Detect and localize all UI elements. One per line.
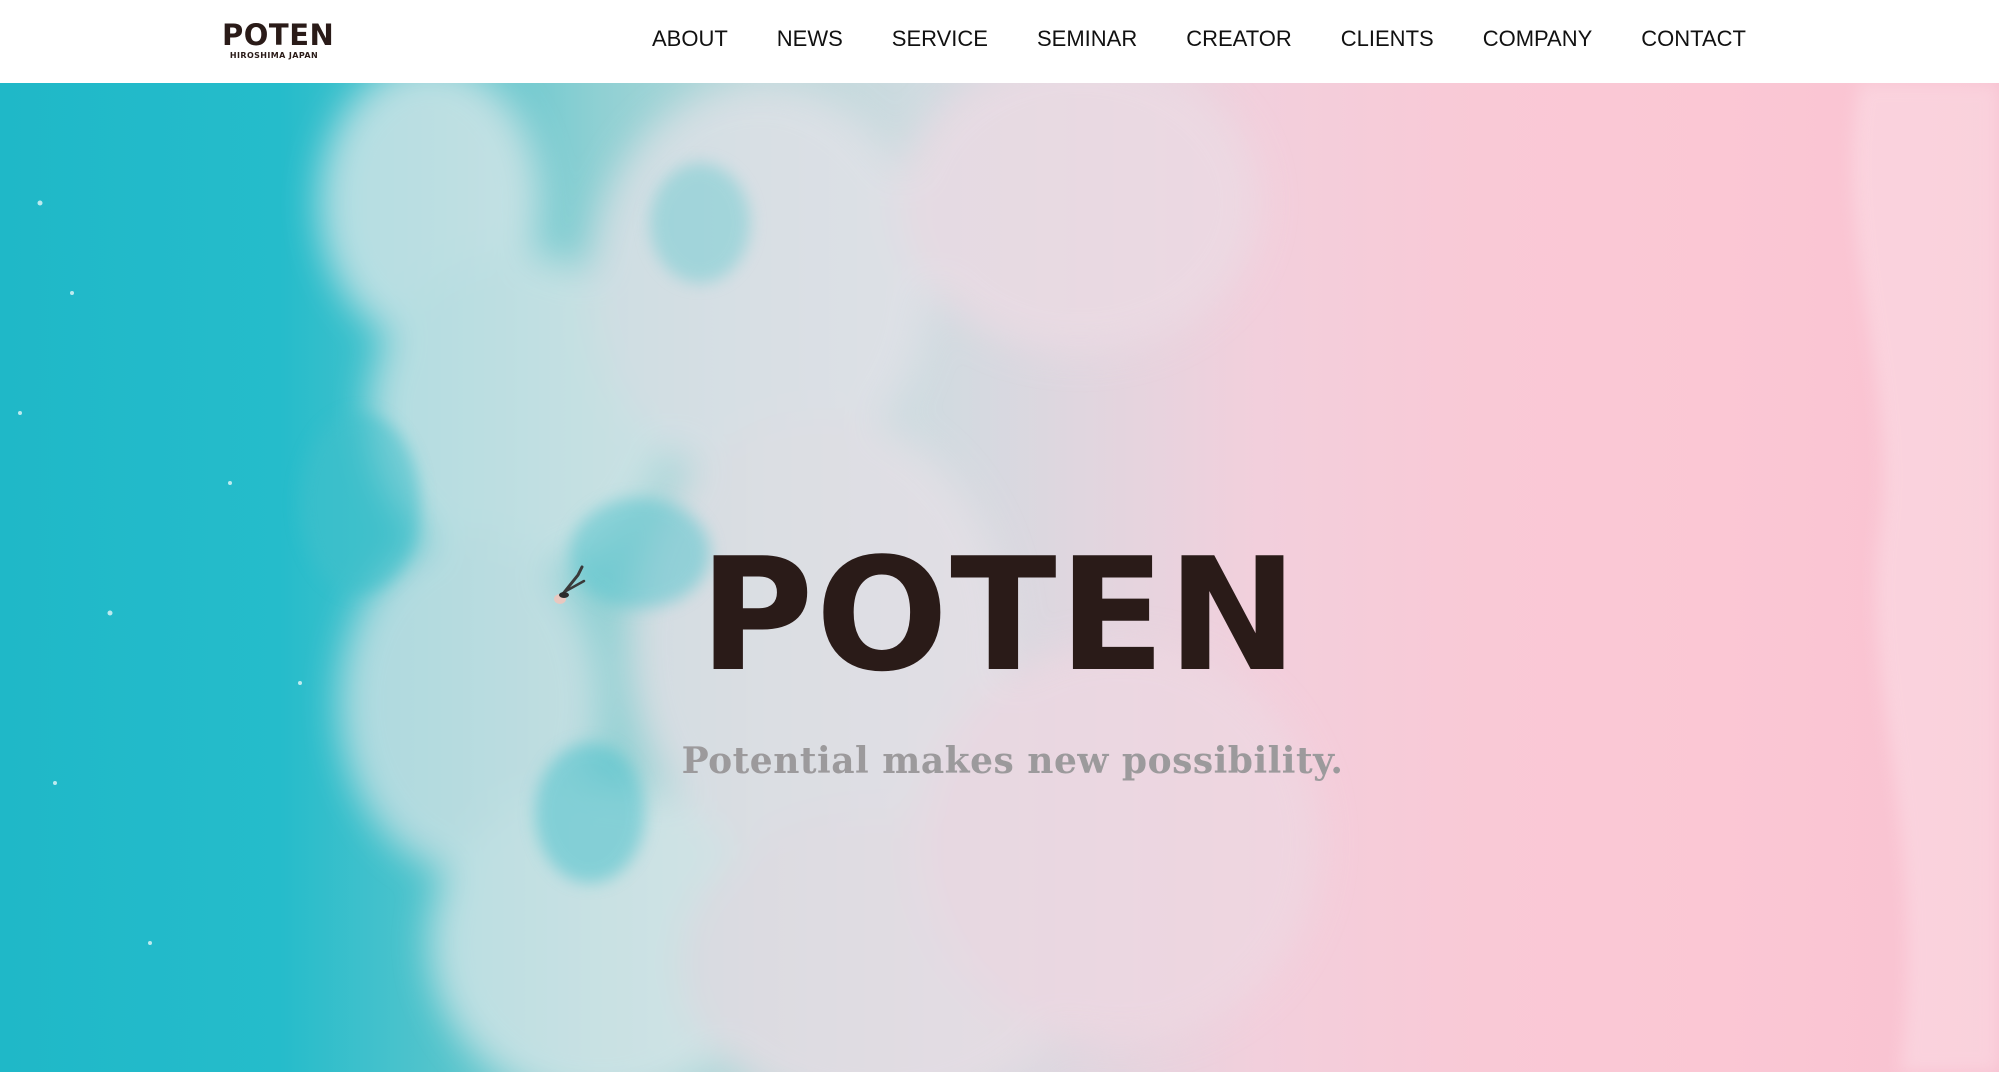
nav-link-clients[interactable]: CLIENTS (1341, 26, 1434, 52)
nav-link-about[interactable]: ABOUT (652, 26, 728, 52)
site-header: POTEN HIROSHIMA JAPAN ABOUT NEWS SERVICE… (0, 0, 1999, 83)
nav-link-seminar[interactable]: SEMINAR (1037, 26, 1137, 52)
nav-link-service[interactable]: SERVICE (892, 26, 988, 52)
nav-link-news[interactable]: NEWS (777, 26, 843, 52)
site-logo[interactable]: POTEN HIROSHIMA JAPAN (222, 18, 335, 62)
nav-link-creator[interactable]: CREATOR (1186, 26, 1292, 52)
hero-tagline: Potential makes new possibility. (681, 740, 1344, 782)
logo-wordmark: POTEN (222, 18, 335, 52)
logo-subtitle: HIROSHIMA JAPAN (229, 51, 319, 60)
nav-link-company[interactable]: COMPANY (1483, 26, 1593, 52)
hero-banner: POTEN Potential makes new possibility. (0, 83, 1999, 1072)
main-navigation: ABOUT NEWS SERVICE SEMINAR CREATOR CLIEN… (652, 0, 1746, 78)
hero-title: POTEN (699, 524, 1300, 706)
nav-link-contact[interactable]: CONTACT (1641, 26, 1746, 52)
